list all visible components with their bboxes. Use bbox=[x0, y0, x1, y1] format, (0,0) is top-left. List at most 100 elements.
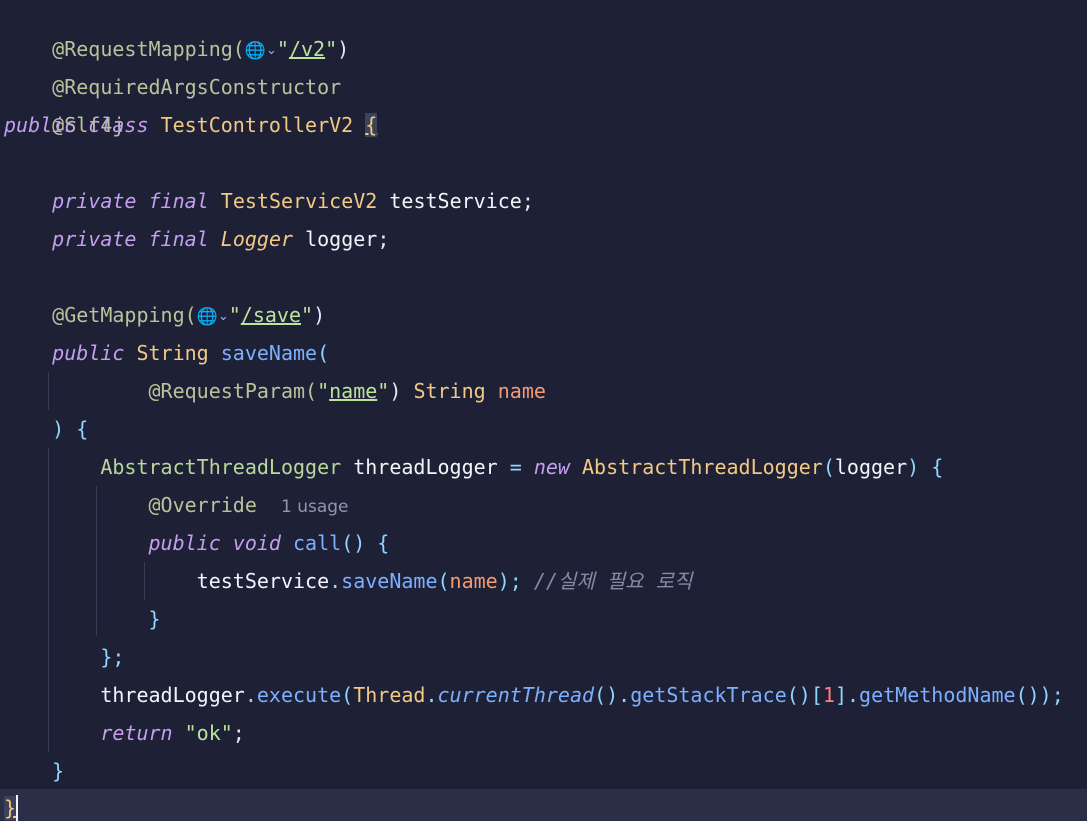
close-brace-semicolon: }; bbox=[100, 645, 125, 669]
keyword: public bbox=[148, 531, 221, 555]
method-call: getMethodName bbox=[859, 683, 1016, 707]
code-line[interactable]: public void call() { bbox=[4, 524, 390, 562]
dot: . bbox=[244, 683, 257, 707]
parens-semicolon: ()); bbox=[1015, 683, 1064, 707]
paren: ) bbox=[313, 303, 326, 327]
code-line[interactable]: @RequestParam("name") String name bbox=[4, 372, 546, 410]
comment: //실제 필요 로직 bbox=[533, 569, 693, 593]
code-line[interactable]: } bbox=[4, 752, 64, 790]
code-line[interactable]: @GetMapping(🌐⌄"/save") bbox=[4, 296, 325, 334]
semicolon: ; bbox=[232, 721, 245, 745]
dot: . bbox=[846, 683, 860, 707]
dot: . bbox=[329, 569, 342, 593]
code-line[interactable]: }; bbox=[4, 638, 124, 676]
keyword: void bbox=[232, 531, 281, 555]
code-line[interactable]: public class TestControllerV2 { bbox=[4, 106, 378, 144]
type-name: AbstractThreadLogger bbox=[100, 455, 342, 479]
paren: ) bbox=[389, 379, 402, 403]
variable-reference: threadLogger bbox=[100, 683, 245, 707]
keyword: new bbox=[533, 455, 570, 479]
type-name: Thread bbox=[353, 683, 426, 707]
keyword: final bbox=[148, 227, 209, 251]
code-line[interactable]: } bbox=[4, 789, 19, 821]
paren-semicolon: ); bbox=[497, 569, 522, 593]
keyword: private bbox=[52, 189, 137, 213]
keyword: class bbox=[88, 113, 149, 137]
matched-brace: { bbox=[365, 113, 378, 137]
class-name: TestControllerV2 bbox=[160, 113, 354, 137]
code-line[interactable]: private final TestServiceV2 testService; bbox=[4, 182, 534, 220]
method-call: getStackTrace bbox=[630, 683, 787, 707]
number-literal: 1 bbox=[822, 683, 835, 707]
field-reference: testService bbox=[196, 569, 330, 593]
bracket: ] bbox=[834, 683, 847, 707]
variable-name: threadLogger bbox=[353, 455, 498, 479]
code-line[interactable]: return "ok"; bbox=[4, 714, 245, 752]
string-quote: " bbox=[228, 303, 241, 327]
code-line[interactable]: @RequestMapping(🌐⌄"/v2") bbox=[4, 0, 349, 61]
field-name: testService bbox=[389, 189, 522, 213]
string-literal: "ok" bbox=[184, 721, 233, 745]
paren-brace: () { bbox=[341, 531, 390, 555]
close-brace: } bbox=[52, 759, 65, 783]
keyword: return bbox=[100, 721, 173, 745]
annotation: @GetMapping( bbox=[52, 303, 197, 327]
web-globe-icon[interactable]: 🌐 bbox=[197, 298, 218, 336]
string-quote: " bbox=[377, 379, 390, 403]
operator: = bbox=[509, 455, 522, 479]
code-line[interactable]: @RequiredArgsConstructor bbox=[4, 30, 341, 99]
url-path-link[interactable]: /save bbox=[241, 303, 301, 327]
string-literal: name bbox=[329, 379, 378, 403]
code-line[interactable]: public String saveName( bbox=[4, 334, 329, 372]
code-line[interactable]: ) { bbox=[4, 410, 88, 448]
code-editor[interactable]: @RequestMapping(🌐⌄"/v2") @RequiredArgsCo… bbox=[0, 0, 1087, 821]
usage-hint[interactable]: 1 usage bbox=[281, 497, 349, 517]
type-name: String bbox=[413, 379, 486, 403]
method-call: execute bbox=[256, 683, 342, 707]
type-name: AbstractThreadLogger bbox=[582, 455, 823, 479]
matched-brace: } bbox=[4, 796, 17, 820]
paren: ( bbox=[822, 455, 835, 479]
parameter-name: name bbox=[497, 379, 546, 403]
code-line[interactable]: threadLogger.execute(Thread.currentThrea… bbox=[4, 676, 1064, 714]
argument: logger bbox=[834, 455, 908, 479]
paren-brace: ) { bbox=[52, 417, 89, 441]
current-line-highlight bbox=[0, 789, 1087, 821]
close-brace: } bbox=[148, 607, 161, 631]
chevron-down-icon[interactable]: ⌄ bbox=[218, 298, 229, 336]
semicolon: ; bbox=[521, 189, 534, 213]
code-line[interactable]: @Slf4j bbox=[4, 68, 124, 137]
keyword: public bbox=[4, 113, 77, 137]
code-line[interactable]: @Override 1 usage bbox=[4, 486, 349, 524]
annotation: @RequestParam( bbox=[148, 379, 318, 403]
string-quote: " bbox=[317, 379, 330, 403]
semicolon: ; bbox=[377, 227, 390, 251]
keyword: private bbox=[52, 227, 137, 251]
type-name: Logger bbox=[220, 227, 294, 251]
code-line[interactable]: private final Logger logger; bbox=[4, 220, 389, 258]
annotation: @Override bbox=[148, 493, 257, 517]
type-name: TestServiceV2 bbox=[220, 189, 378, 213]
code-line[interactable]: testService.saveName(name); //실제 필요 로직 bbox=[4, 562, 693, 600]
code-line[interactable]: AbstractThreadLogger threadLogger = new … bbox=[4, 448, 943, 486]
string-quote: " bbox=[301, 303, 314, 327]
bracket: [ bbox=[810, 683, 823, 707]
method-call: saveName bbox=[341, 569, 438, 593]
code-line[interactable]: } bbox=[4, 600, 161, 638]
dot: . bbox=[618, 683, 631, 707]
field-name: logger bbox=[305, 227, 378, 251]
argument: name bbox=[449, 569, 498, 593]
parens: () bbox=[786, 683, 811, 707]
keyword: final bbox=[148, 189, 209, 213]
static-method-call: currentThread bbox=[437, 683, 595, 707]
parens: () bbox=[594, 683, 619, 707]
dot: . bbox=[425, 683, 438, 707]
paren: ( bbox=[437, 569, 450, 593]
paren: ( bbox=[317, 341, 330, 365]
method-name: call bbox=[293, 531, 342, 555]
paren: ( bbox=[341, 683, 354, 707]
text-caret bbox=[16, 795, 19, 821]
paren-brace: ) { bbox=[907, 455, 944, 479]
keyword: public bbox=[52, 341, 125, 365]
method-name: saveName bbox=[220, 341, 318, 365]
